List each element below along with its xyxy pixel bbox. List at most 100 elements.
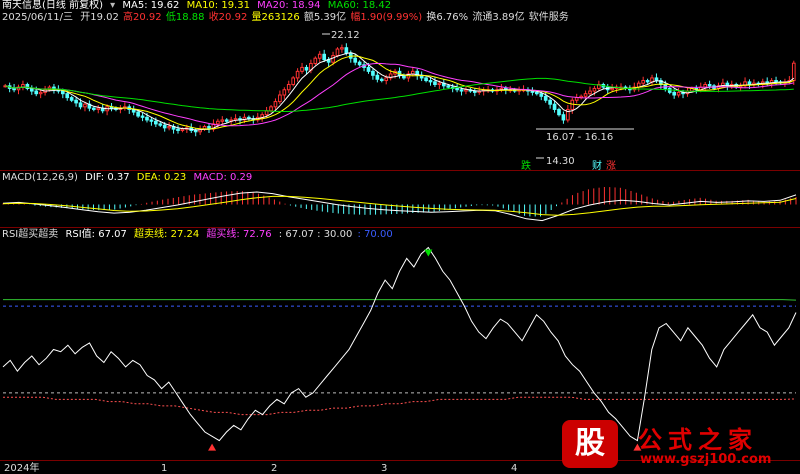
candle-body xyxy=(295,70,300,79)
candle-body xyxy=(216,120,220,125)
candle-body xyxy=(446,85,451,88)
candle-body xyxy=(278,94,282,103)
candle-body xyxy=(304,66,309,71)
watermark-logo: 股 xyxy=(562,420,618,468)
x-axis-year: 2024年 xyxy=(4,461,39,474)
oversold-line xyxy=(3,396,797,416)
candle-body xyxy=(543,95,548,101)
candle-body xyxy=(455,87,459,91)
candle-body xyxy=(366,66,371,72)
candle-body xyxy=(224,119,229,122)
x-axis-month-4: 4 xyxy=(511,463,517,474)
candle-body xyxy=(331,55,335,63)
candle-body xyxy=(428,80,433,83)
candle-body xyxy=(220,119,225,122)
candle-body xyxy=(176,128,180,131)
x-axis-month-2: 2 xyxy=(271,463,277,474)
candle-body xyxy=(300,66,304,72)
watermark-name: 公式之家 xyxy=(638,425,758,454)
candle-body xyxy=(379,78,384,82)
x-axis-month-1: 1 xyxy=(161,463,167,474)
x-axis-month-3: 3 xyxy=(381,463,387,474)
candle-body xyxy=(136,111,140,117)
candle-body xyxy=(672,91,676,96)
candle-body xyxy=(317,53,322,59)
candle-body xyxy=(83,103,87,108)
candle-body xyxy=(286,83,291,91)
candle-body xyxy=(313,57,318,64)
candle-body xyxy=(69,97,74,101)
candle-body xyxy=(180,128,185,131)
candle-body xyxy=(561,114,566,121)
candle-body xyxy=(539,93,544,97)
candle-body xyxy=(592,87,597,92)
candle-body xyxy=(149,119,154,122)
candle-body xyxy=(357,61,362,66)
candle-body xyxy=(91,107,96,110)
candle-body xyxy=(154,120,158,125)
candle-body xyxy=(464,89,468,92)
candle-body xyxy=(654,77,659,82)
candle-body xyxy=(645,80,650,83)
candle-body xyxy=(774,80,778,83)
candle-body xyxy=(641,80,645,84)
candle-body xyxy=(322,53,327,61)
candle-body xyxy=(375,74,380,80)
low-price-label: 14.30 xyxy=(546,156,575,167)
candle-body xyxy=(747,81,752,85)
candle-body xyxy=(74,99,78,104)
candle-body xyxy=(335,48,340,57)
candle-body xyxy=(791,62,796,82)
candle-body xyxy=(676,91,681,96)
candle-body xyxy=(12,87,16,91)
tag-die: 跌 xyxy=(521,159,531,172)
candle-body xyxy=(344,47,349,54)
watermark: 股 公式之家 www.gszj100.com xyxy=(556,418,800,474)
candle-body xyxy=(140,115,145,118)
candle-body xyxy=(433,81,437,85)
candle-body xyxy=(282,89,287,96)
high-price-label: 22.12 xyxy=(331,30,360,41)
tag-cai: 财 xyxy=(592,159,602,172)
candle-body xyxy=(570,99,575,110)
candle-body xyxy=(548,99,552,105)
candle-body xyxy=(78,102,83,108)
candle-body xyxy=(162,124,167,129)
candle-body xyxy=(193,129,198,133)
candle-body xyxy=(552,103,557,110)
candle-body xyxy=(145,116,149,121)
candle-body xyxy=(38,91,43,95)
candle-body xyxy=(557,108,561,116)
candle-body xyxy=(167,126,171,129)
candle-body xyxy=(588,90,592,95)
sell-signal-arrow-icon xyxy=(424,249,433,257)
candle-body xyxy=(65,93,70,99)
ma5-line xyxy=(5,52,795,131)
candle-body xyxy=(34,90,39,95)
candle-body xyxy=(96,107,101,110)
candle-body xyxy=(424,77,428,82)
rsi-line xyxy=(2,246,797,442)
buy-signal-arrow-icon xyxy=(208,443,217,451)
candle-body xyxy=(60,90,65,95)
candle-body xyxy=(340,47,344,50)
macd-panel xyxy=(2,186,797,222)
candle-body xyxy=(269,106,273,112)
overbought-line xyxy=(3,299,797,301)
candle-body xyxy=(610,87,614,91)
candle-body xyxy=(273,101,278,108)
tag-zhang: 涨 xyxy=(606,160,616,172)
candlestick-panel xyxy=(3,33,796,159)
candle-body xyxy=(371,70,375,76)
candle-body xyxy=(707,83,712,87)
candle-body xyxy=(353,57,358,63)
candle-body xyxy=(158,123,163,126)
candle-body xyxy=(574,97,579,101)
range-label: 16.07 - 16.16 xyxy=(546,132,613,143)
chart-canvas[interactable]: 22.12 16.07 - 16.16 14.30 跌 财 涨 2024年 1 … xyxy=(0,0,800,474)
watermark-url: www.gszj100.com xyxy=(640,452,772,467)
candle-body xyxy=(535,91,539,95)
candle-body xyxy=(437,82,442,85)
x-axis: 2024年 1 2 3 4 xyxy=(4,461,517,474)
candle-body xyxy=(459,89,464,92)
